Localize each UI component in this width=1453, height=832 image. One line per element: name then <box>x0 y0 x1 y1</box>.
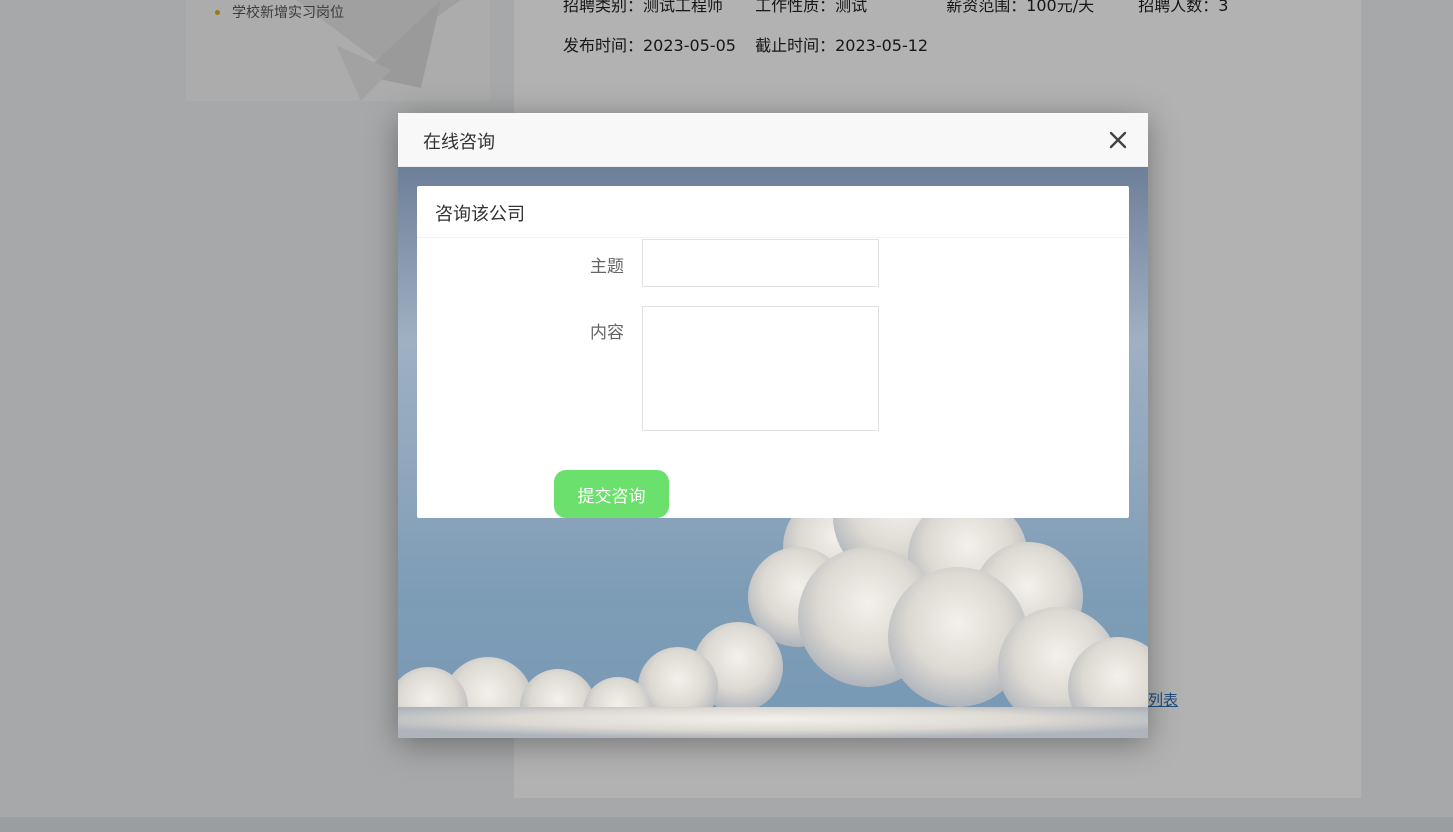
online-consult-modal: 在线咨询 咨询该公司 主题 内容 提交咨询 <box>398 113 1148 738</box>
content-textarea[interactable] <box>642 306 879 431</box>
modal-title: 在线咨询 <box>423 132 495 153</box>
subject-label: 主题 <box>590 257 624 277</box>
subject-input[interactable] <box>642 239 879 287</box>
content-label: 内容 <box>590 323 624 343</box>
close-icon[interactable] <box>1106 128 1130 152</box>
modal-body: 咨询该公司 主题 内容 提交咨询 <box>398 167 1148 738</box>
submit-consult-button[interactable]: 提交咨询 <box>554 470 669 518</box>
form-card-header: 咨询该公司 <box>417 186 1129 238</box>
form-title: 咨询该公司 <box>435 204 525 225</box>
consult-form-card: 咨询该公司 主题 内容 提交咨询 <box>417 186 1129 518</box>
modal-header: 在线咨询 <box>398 113 1148 167</box>
